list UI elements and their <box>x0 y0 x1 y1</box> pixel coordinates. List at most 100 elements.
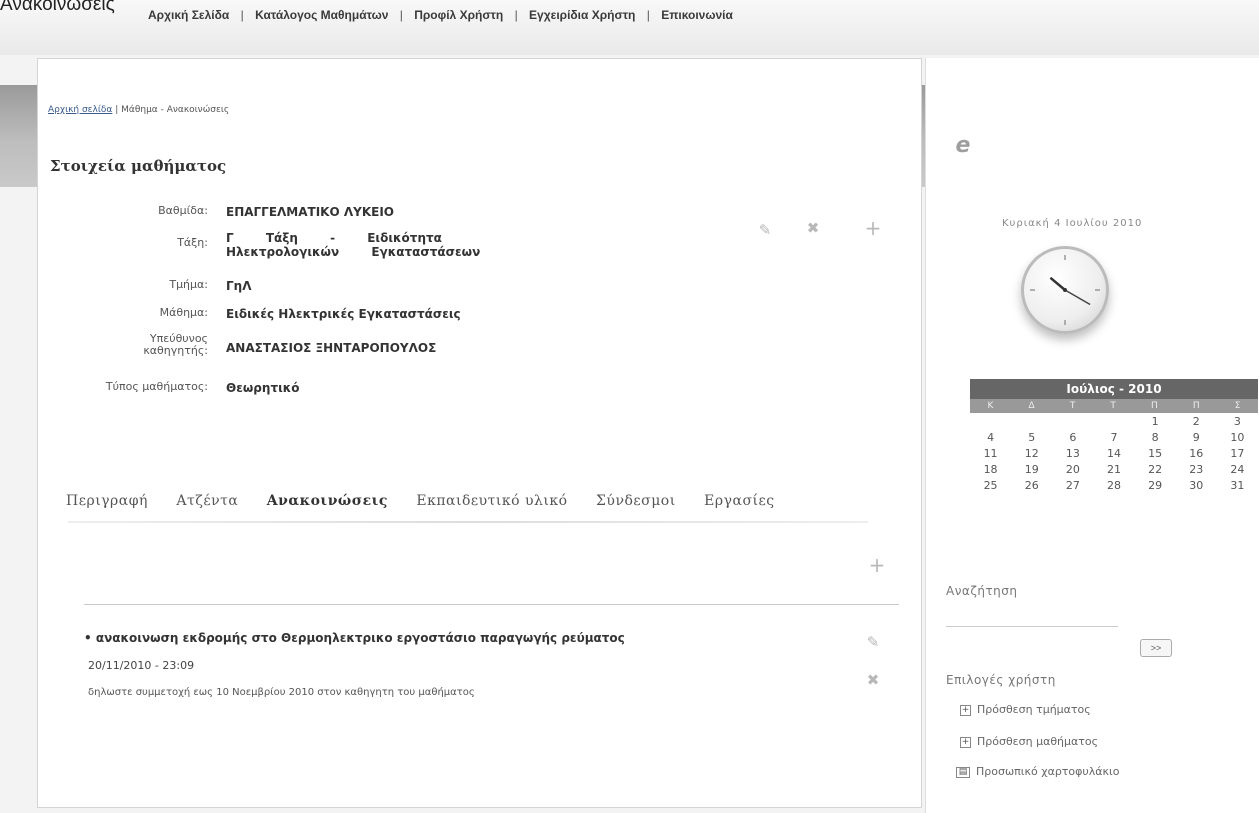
calendar-weekday: Π <box>1151 401 1158 411</box>
calendar-day[interactable]: 21 <box>1093 463 1134 479</box>
field-value: ΕΠΑΓΓΕΛΜΑΤΙΚΟ ΛΥΚΕΙΟ <box>226 205 394 219</box>
calendar-day[interactable]: 3 <box>1217 415 1258 431</box>
clock-icon <box>1021 246 1109 334</box>
calendar-day[interactable]: 6 <box>1052 431 1093 447</box>
tab-educational-material[interactable]: Εκπαιδευτικό υλικό <box>416 493 567 509</box>
delete-course-icon[interactable]: ✖ <box>804 219 822 237</box>
breadcrumb: Αρχική σελίδα | Μάθημα - Ανακοινώσεις <box>48 105 229 115</box>
calendar-day[interactable]: 19 <box>1011 463 1052 479</box>
tab-links[interactable]: Σύνδεσμοι <box>596 493 676 509</box>
top-navigation: Αρχική Σελίδα | Κατάλογος Μαθημάτων | Πρ… <box>148 8 733 22</box>
calendar-week: 25 26 27 28 29 30 31 <box>970 479 1258 495</box>
tab-agenda[interactable]: Ατζέντα <box>176 493 238 509</box>
option-personal-portfolio[interactable]: ▤ Προσωπικό χαρτοφυλάκιο <box>956 765 1119 778</box>
nav-course-catalog[interactable]: Κατάλογος Μαθημάτων <box>255 8 388 22</box>
calendar-day[interactable]: 22 <box>1135 463 1176 479</box>
calendar-day[interactable]: 26 <box>1011 479 1052 495</box>
calendar-day[interactable]: 16 <box>1176 447 1217 463</box>
nav-user-manuals[interactable]: Εγχειρίδια Χρήστη <box>529 8 635 22</box>
logo-text-line1: Ηλεκτρονική <box>987 131 1155 161</box>
field-label: Μάθημα: <box>159 306 208 319</box>
search-submit-button[interactable]: >> <box>1140 639 1172 657</box>
calendar-day[interactable]: 17 <box>1217 447 1258 463</box>
calendar-weekday: Π <box>1192 401 1200 411</box>
clock-face <box>1030 255 1100 325</box>
calendar-day <box>1011 415 1052 431</box>
nav-user-profile[interactable]: Προφίλ Χρήστη <box>414 8 503 22</box>
nav-contact[interactable]: Επικοινωνία <box>661 8 733 22</box>
calendar-day[interactable]: 4 <box>970 431 1011 447</box>
main-panel: Αρχική σελίδα | Μάθημα - Ανακοινώσεις Στ… <box>37 58 922 808</box>
calendar-day[interactable]: 25 <box>970 479 1011 495</box>
add-course-icon[interactable]: + <box>864 218 882 238</box>
edit-announcement-icon[interactable]: ✎ <box>864 633 882 651</box>
field-label: Βαθμίδα: <box>158 204 208 217</box>
field-label: Τάξη: <box>177 236 208 249</box>
calendar-day[interactable]: 1 <box>1135 415 1176 431</box>
calendar-day[interactable]: 7 <box>1093 431 1134 447</box>
nav-home[interactable]: Αρχική Σελίδα <box>148 8 229 22</box>
nav-separator: | <box>514 8 518 22</box>
nav-separator: | <box>646 8 650 22</box>
calendar-day[interactable]: 15 <box>1135 447 1176 463</box>
calendar-day[interactable]: 18 <box>970 463 1011 479</box>
announcement-bullet: • <box>84 631 92 645</box>
option-label: Προσωπικό χαρτοφυλάκιο <box>976 765 1120 778</box>
calendar-day <box>1052 415 1093 431</box>
calendar-week: 18 19 20 21 22 23 24 <box>970 463 1258 479</box>
announcement-date: 20/11/2010 - 23:09 <box>88 659 195 672</box>
field-value: Ειδικές Ηλεκτρικές Εγκαταστάσεις <box>226 307 461 321</box>
course-details-title: Στοιχεία μαθήματος <box>50 157 227 175</box>
delete-announcement-icon[interactable]: ✖ <box>864 671 882 689</box>
calendar-day[interactable]: 11 <box>970 447 1011 463</box>
announcements-divider <box>84 604 899 605</box>
option-label: Πρόσθεση μαθήματος <box>977 735 1099 748</box>
announcement-body: δηλωστε συμμετοχή εως 10 Νοεμβρίου 2010 … <box>88 687 475 698</box>
nav-separator: | <box>399 8 403 22</box>
tab-announcements[interactable]: Ανακοινώσεις <box>267 493 388 509</box>
calendar-day[interactable]: 29 <box>1135 479 1176 495</box>
calendar-weekday: Σ <box>1234 401 1241 411</box>
field-label: Τμήμα: <box>169 278 208 291</box>
calendar-day[interactable]: 20 <box>1052 463 1093 479</box>
search-input[interactable] <box>946 610 1118 627</box>
user-options-title: Επιλογές χρήστη <box>946 673 1056 687</box>
plus-box-icon: + <box>960 704 971 716</box>
calendar-day[interactable]: 12 <box>1011 447 1052 463</box>
calendar-day[interactable]: 5 <box>1011 431 1052 447</box>
calendar-day[interactable]: 14 <box>1093 447 1134 463</box>
calendar-day[interactable]: 13 <box>1052 447 1093 463</box>
clock-minute-hand <box>1064 289 1091 306</box>
breadcrumb-current: Μάθημα - Ανακοινώσεις <box>121 105 230 115</box>
option-add-course[interactable]: + Πρόσθεση μαθήματος <box>960 735 1098 748</box>
calendar-weekday: Τ <box>1069 401 1076 411</box>
calendar-week: 123 <box>970 415 1258 431</box>
page-heading: Ανακοινώσεις <box>0 0 115 15</box>
calendar-day[interactable]: 2 <box>1176 415 1217 431</box>
sidebar: e Ηλεκτρονική Τάξη Κυριακή 4 Ιουλίου 201… <box>925 58 1259 813</box>
calendar-day[interactable]: 8 <box>1135 431 1176 447</box>
field-label: Υπεύθυνος καθηγητής: <box>143 332 208 357</box>
search-label: Αναζήτηση <box>946 584 1018 598</box>
calendar-weekday: Δ <box>1028 401 1035 411</box>
announcement-title-text: ανακοινωση εκδρομής στο Θερμοηλεκτρικο ε… <box>95 631 625 645</box>
current-date: Κυριακή 4 Ιουλίου 2010 <box>1002 218 1143 229</box>
tab-assignments[interactable]: Εργασίες <box>704 493 774 509</box>
calendar-day[interactable]: 27 <box>1052 479 1093 495</box>
breadcrumb-home-link[interactable]: Αρχική σελίδα <box>48 105 112 115</box>
calendar-day[interactable]: 23 <box>1176 463 1217 479</box>
edit-course-icon[interactable]: ✎ <box>756 221 774 239</box>
calendar-day[interactable]: 9 <box>1176 431 1217 447</box>
calendar-header: Ιούλιος - 2010 <box>970 379 1258 399</box>
calendar-day[interactable]: 10 <box>1217 431 1258 447</box>
course-tabs: Περιγραφή Ατζέντα Ανακοινώσεις Εκπαιδευτ… <box>66 493 799 509</box>
option-add-section[interactable]: + Πρόσθεση τμήματος <box>960 703 1091 716</box>
calendar-day[interactable]: 28 <box>1093 479 1134 495</box>
calendar-day[interactable]: 30 <box>1176 479 1217 495</box>
calendar-day[interactable]: 31 <box>1217 479 1258 495</box>
calendar-day[interactable]: 24 <box>1217 463 1258 479</box>
site-logo: e Ηλεκτρονική Τάξη <box>948 131 1202 188</box>
tab-description[interactable]: Περιγραφή <box>66 493 148 509</box>
add-announcement-icon[interactable]: + <box>868 555 886 575</box>
logo-e-mark: e <box>948 131 978 161</box>
